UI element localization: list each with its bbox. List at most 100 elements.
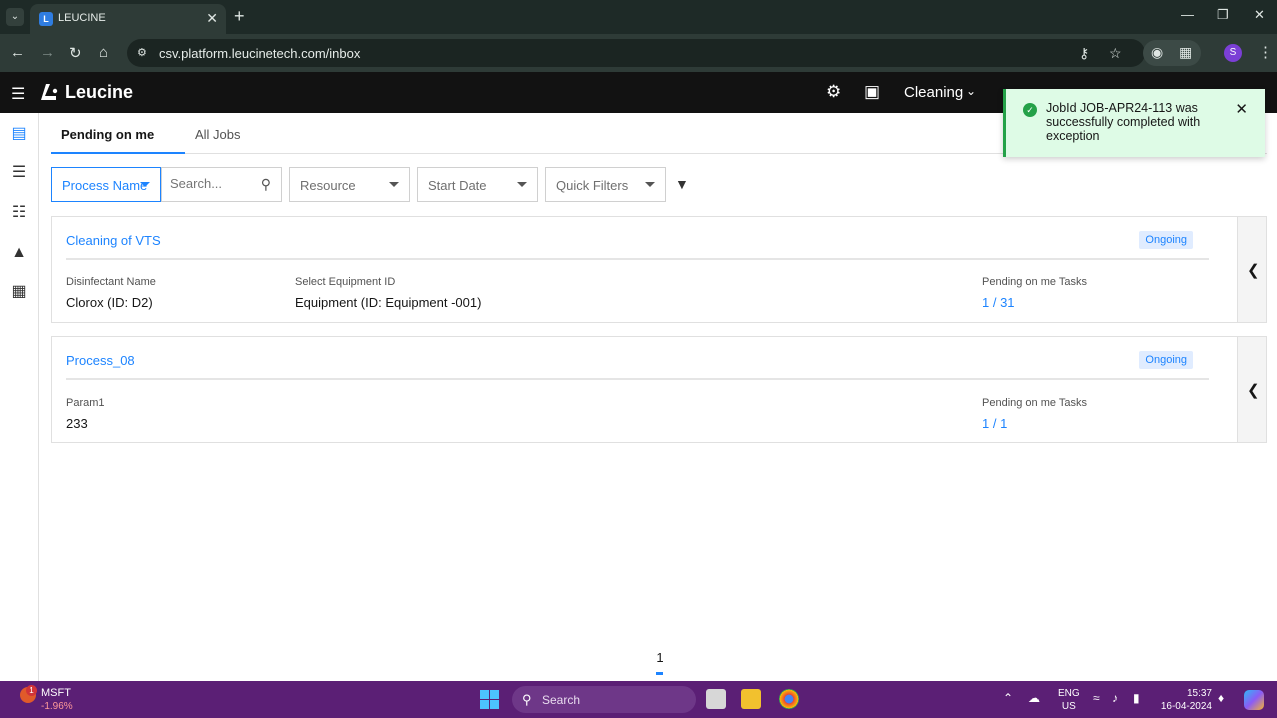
stock-notification-badge: 1 [26,685,37,696]
weather-cloud-icon[interactable]: ☁ [1028,691,1040,705]
url-text[interactable]: csv.platform.leucinetech.com/inbox [159,46,360,61]
tab-label: Pending on me [61,127,155,142]
caret-down-icon [389,182,399,187]
caret-down-icon [645,182,655,187]
taskbar-search[interactable]: ⚲ Search [512,686,696,713]
minimize-icon[interactable]: — [1181,7,1194,22]
clock-time: 15:37 [1186,688,1212,699]
tray-overflow-icon[interactable]: ⌃ [1003,691,1013,705]
chevron-left-icon[interactable]: ❮ [1247,381,1260,399]
file-explorer-icon[interactable] [741,689,761,709]
tab-label: All Jobs [195,127,241,142]
copilot-icon[interactable] [1244,690,1264,710]
screenshot-extension-icon[interactable]: ◉ [1151,44,1163,61]
job-title[interactable]: Process_08 [66,353,135,368]
page-number[interactable]: 1 [650,650,670,665]
field-label: Param1 [66,397,105,409]
search-input[interactable] [170,176,258,191]
dropdown-label: Quick Filters [556,178,629,193]
tab-search-icon[interactable]: ⌄ [6,8,24,26]
toast-message: JobId JOB-APR24-113 was successfully com… [1046,101,1201,143]
new-tab-icon[interactable]: + [234,6,245,27]
dropdown-label: Process Name [62,178,148,193]
checkmark-circle-icon: ✓ [1023,103,1037,117]
quick-filters-dropdown[interactable]: Quick Filters [545,167,666,202]
search-icon[interactable]: ⚲ [261,176,271,193]
maximize-icon[interactable]: ❐ [1217,7,1229,23]
tab-all-jobs[interactable]: All Jobs [185,113,285,154]
profile-avatar[interactable]: S [1224,44,1242,62]
hamburger-menu-icon[interactable]: ☰ [11,84,25,104]
window-close-icon[interactable]: ✕ [1254,7,1265,23]
search-box[interactable]: ⚲ [161,167,282,202]
language-indicator[interactable]: ENG US [1058,687,1080,713]
divider [66,258,1209,260]
password-key-icon[interactable]: ⚷ [1079,45,1089,62]
stock-change: -1.96% [41,701,73,712]
resource-dropdown[interactable]: Resource [289,167,410,202]
field-value: Equipment (ID: Equipment -001) [295,295,482,310]
browser-menu-icon[interactable]: ⋮ [1258,43,1273,61]
notification-bell-icon[interactable]: ♦ [1218,691,1224,705]
battery-icon[interactable]: ▮ [1133,691,1140,705]
card-expand-panel[interactable]: ❮ [1237,337,1266,442]
tab-close-icon[interactable]: ✕ [206,10,218,27]
volume-muted-icon[interactable]: ♪ [1112,691,1118,705]
page-active-indicator [656,672,663,675]
extensions-group: ◉ ▦ [1143,40,1201,66]
dropdown-label: Resource [300,178,356,193]
forward-icon[interactable]: → [40,44,55,61]
chevron-left-icon[interactable]: ❮ [1247,261,1260,279]
pending-tasks-label: Pending on me Tasks [982,276,1087,288]
wifi-icon[interactable]: ≈ [1093,691,1100,705]
browser-tab[interactable]: L LEUCINE ✕ [30,4,226,34]
settings-gear-icon[interactable]: ⚙ [826,82,841,102]
toast-close-icon[interactable]: ✕ [1235,100,1248,118]
reload-icon[interactable]: ↻ [69,44,82,62]
bookmark-star-icon[interactable]: ☆ [1109,45,1122,62]
windows-taskbar: 1 MSFT -1.96% ⚲ Search ⌃ ☁ ENG US ≈ ♪ ▮ … [0,681,1277,718]
job-card[interactable]: Cleaning of VTS Ongoing Disinfectant Nam… [51,216,1267,323]
pending-tasks-count[interactable]: 1 / 31 [982,295,1015,310]
taskbar-search-label: Search [542,693,581,707]
dropdown-label: Start Date [428,178,487,193]
windows-start-icon[interactable] [480,690,499,709]
success-toast: ✓ JobId JOB-APR24-113 was successfully c… [1003,89,1265,157]
process-name-dropdown[interactable]: Process Name [51,167,161,202]
system-clock[interactable]: 15:37 16-04-2024 [1158,687,1212,713]
tab-pending-on-me[interactable]: Pending on me [51,113,185,154]
leucine-logo-icon [41,84,58,100]
clear-filters-icon[interactable]: ▼ [675,176,689,192]
chrome-icon[interactable] [779,689,799,709]
home-icon[interactable]: ⌂ [99,44,108,61]
start-date-dropdown[interactable]: Start Date [417,167,538,202]
back-icon[interactable]: ← [10,44,25,61]
field-value: Clorox (ID: D2) [66,295,153,310]
jobs-clipboard-icon[interactable]: ☰ [0,154,38,192]
field-label: Disinfectant Name [66,276,156,288]
inbox-icon[interactable]: ▤ [0,115,38,153]
field-value: 233 [66,416,88,431]
scan-icon[interactable]: ▣ [864,82,880,102]
sidebar: ▤ ☰ ☷ ▲ ▦ [0,113,39,681]
ontology-hierarchy-icon[interactable]: ▲ [0,234,38,272]
pending-tasks-count[interactable]: 1 / 1 [982,416,1007,431]
clock-date: 16-04-2024 [1160,701,1212,712]
site-info-icon[interactable]: ⚙ [137,46,151,60]
tab-title: LEUCINE [58,12,106,24]
address-bar[interactable]: ⚙ csv.platform.leucinetech.com/inbox ⚷ ☆ [127,39,1145,67]
reports-icon[interactable]: ▦ [0,273,38,311]
stock-ticker[interactable]: MSFT [41,687,71,699]
chevron-down-icon[interactable]: ⌄ [966,84,976,98]
job-card[interactable]: Process_08 Ongoing Param1 233 Pending on… [51,336,1267,443]
task-view-icon[interactable] [706,689,726,709]
caret-down-icon [140,182,150,187]
job-title[interactable]: Cleaning of VTS [66,233,161,248]
search-icon: ⚲ [522,692,532,707]
status-badge: Ongoing [1139,351,1193,369]
card-expand-panel[interactable]: ❮ [1237,217,1266,322]
language-region: US [1061,701,1076,712]
process-flow-icon[interactable]: ☷ [0,194,38,232]
facility-selector[interactable]: Cleaning [904,84,963,101]
extensions-puzzle-icon[interactable]: ▦ [1179,44,1192,61]
